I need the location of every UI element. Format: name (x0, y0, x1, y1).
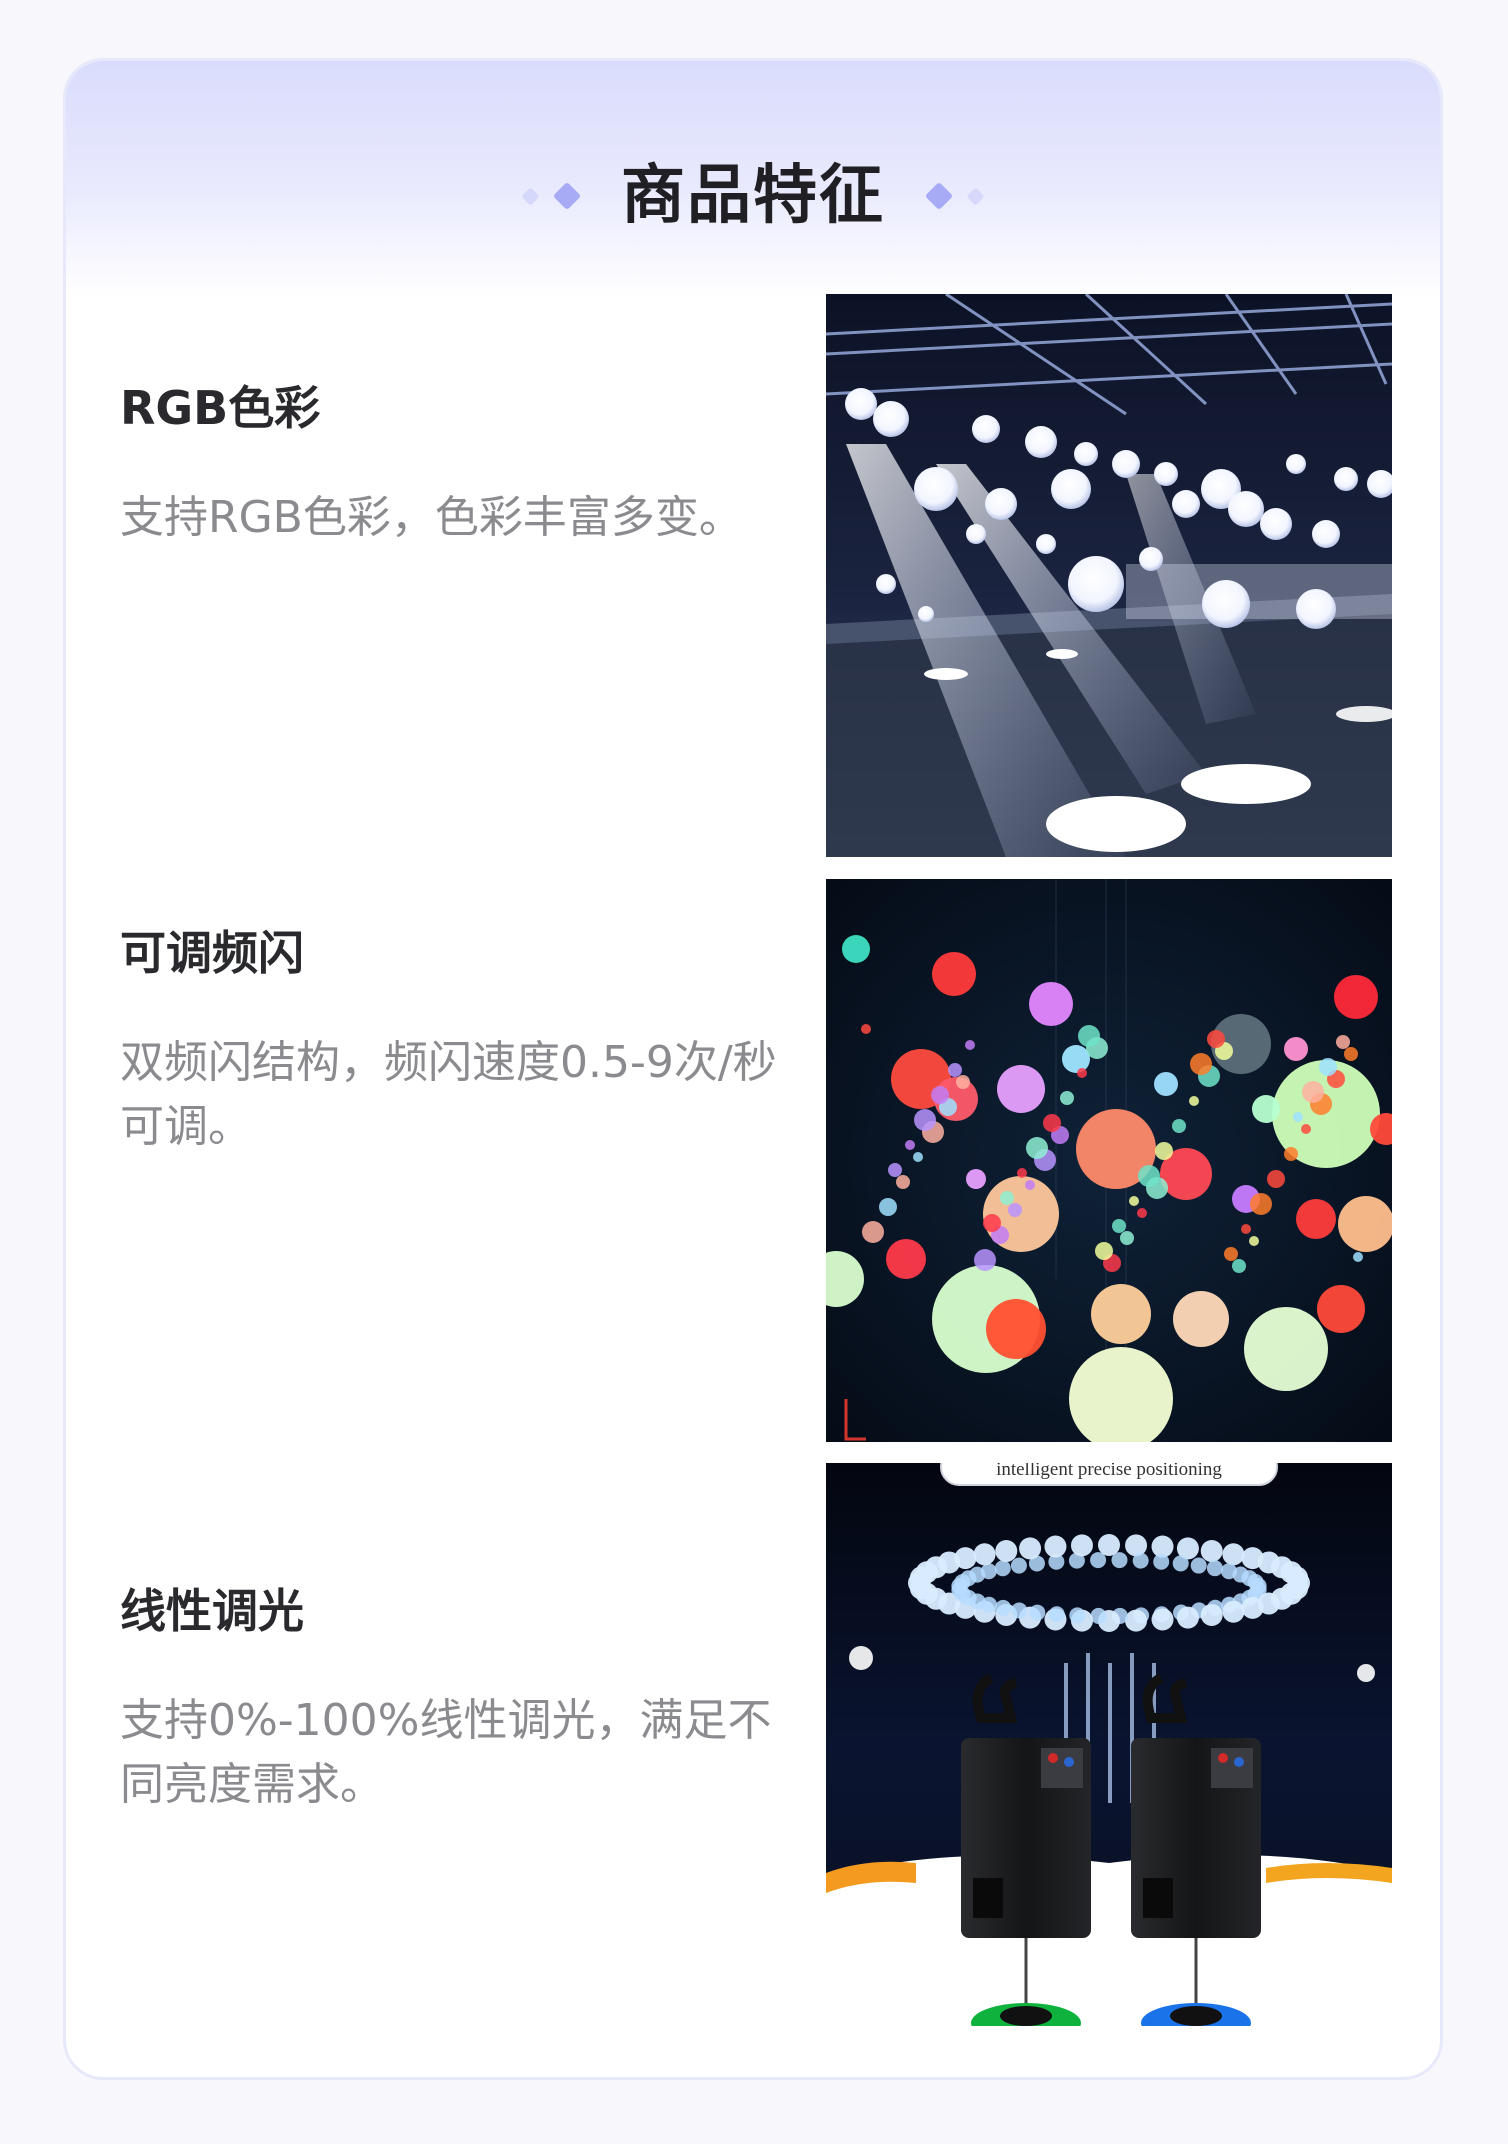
feature-title: 可调频闪 (120, 926, 304, 980)
feature-photo-winch-units: intelligent precise positioning (826, 1463, 1392, 2026)
section-title: 商品特征 (621, 159, 885, 233)
feature-photo-dance-hall (826, 294, 1392, 857)
feature-description: 支持0%-100%线性调光，满足不同亮度需求。 (120, 1695, 772, 1810)
feature-photo-colorful-balls (826, 879, 1392, 1442)
feature-title: 线性调光 (120, 1584, 304, 1638)
feature-description: 双频闪结构，频闪速度0.5-9次/秒可调。 (120, 1037, 777, 1152)
image-caption: intelligent precise positioning (996, 1463, 1222, 1480)
section-header: 商品特征 (66, 61, 1440, 297)
diamond-decoration-icon (966, 186, 985, 206)
section-title-row: 商品特征 (66, 141, 1440, 251)
feature-row-dimming: 线性调光 支持0%-100%线性调光，满足不同亮度需求。 intelligent… (66, 1463, 1440, 2026)
feature-description: 支持RGB色彩，色彩丰富多变。 (120, 492, 743, 543)
feature-title: RGB色彩 (120, 381, 321, 435)
diamond-decoration-icon (552, 181, 582, 211)
diamond-decoration-icon (924, 181, 954, 211)
diamond-decoration-icon (521, 186, 540, 206)
feature-row-rgb: RGB色彩 支持RGB色彩，色彩丰富多变。 (66, 294, 1440, 857)
feature-row-strobe: 可调频闪 双频闪结构，频闪速度0.5-9次/秒可调。 (66, 879, 1440, 1442)
product-features-card: 商品特征 RGB色彩 支持RGB色彩，色彩丰富多变。 可调频闪 双频闪结构，频闪… (63, 58, 1443, 2080)
